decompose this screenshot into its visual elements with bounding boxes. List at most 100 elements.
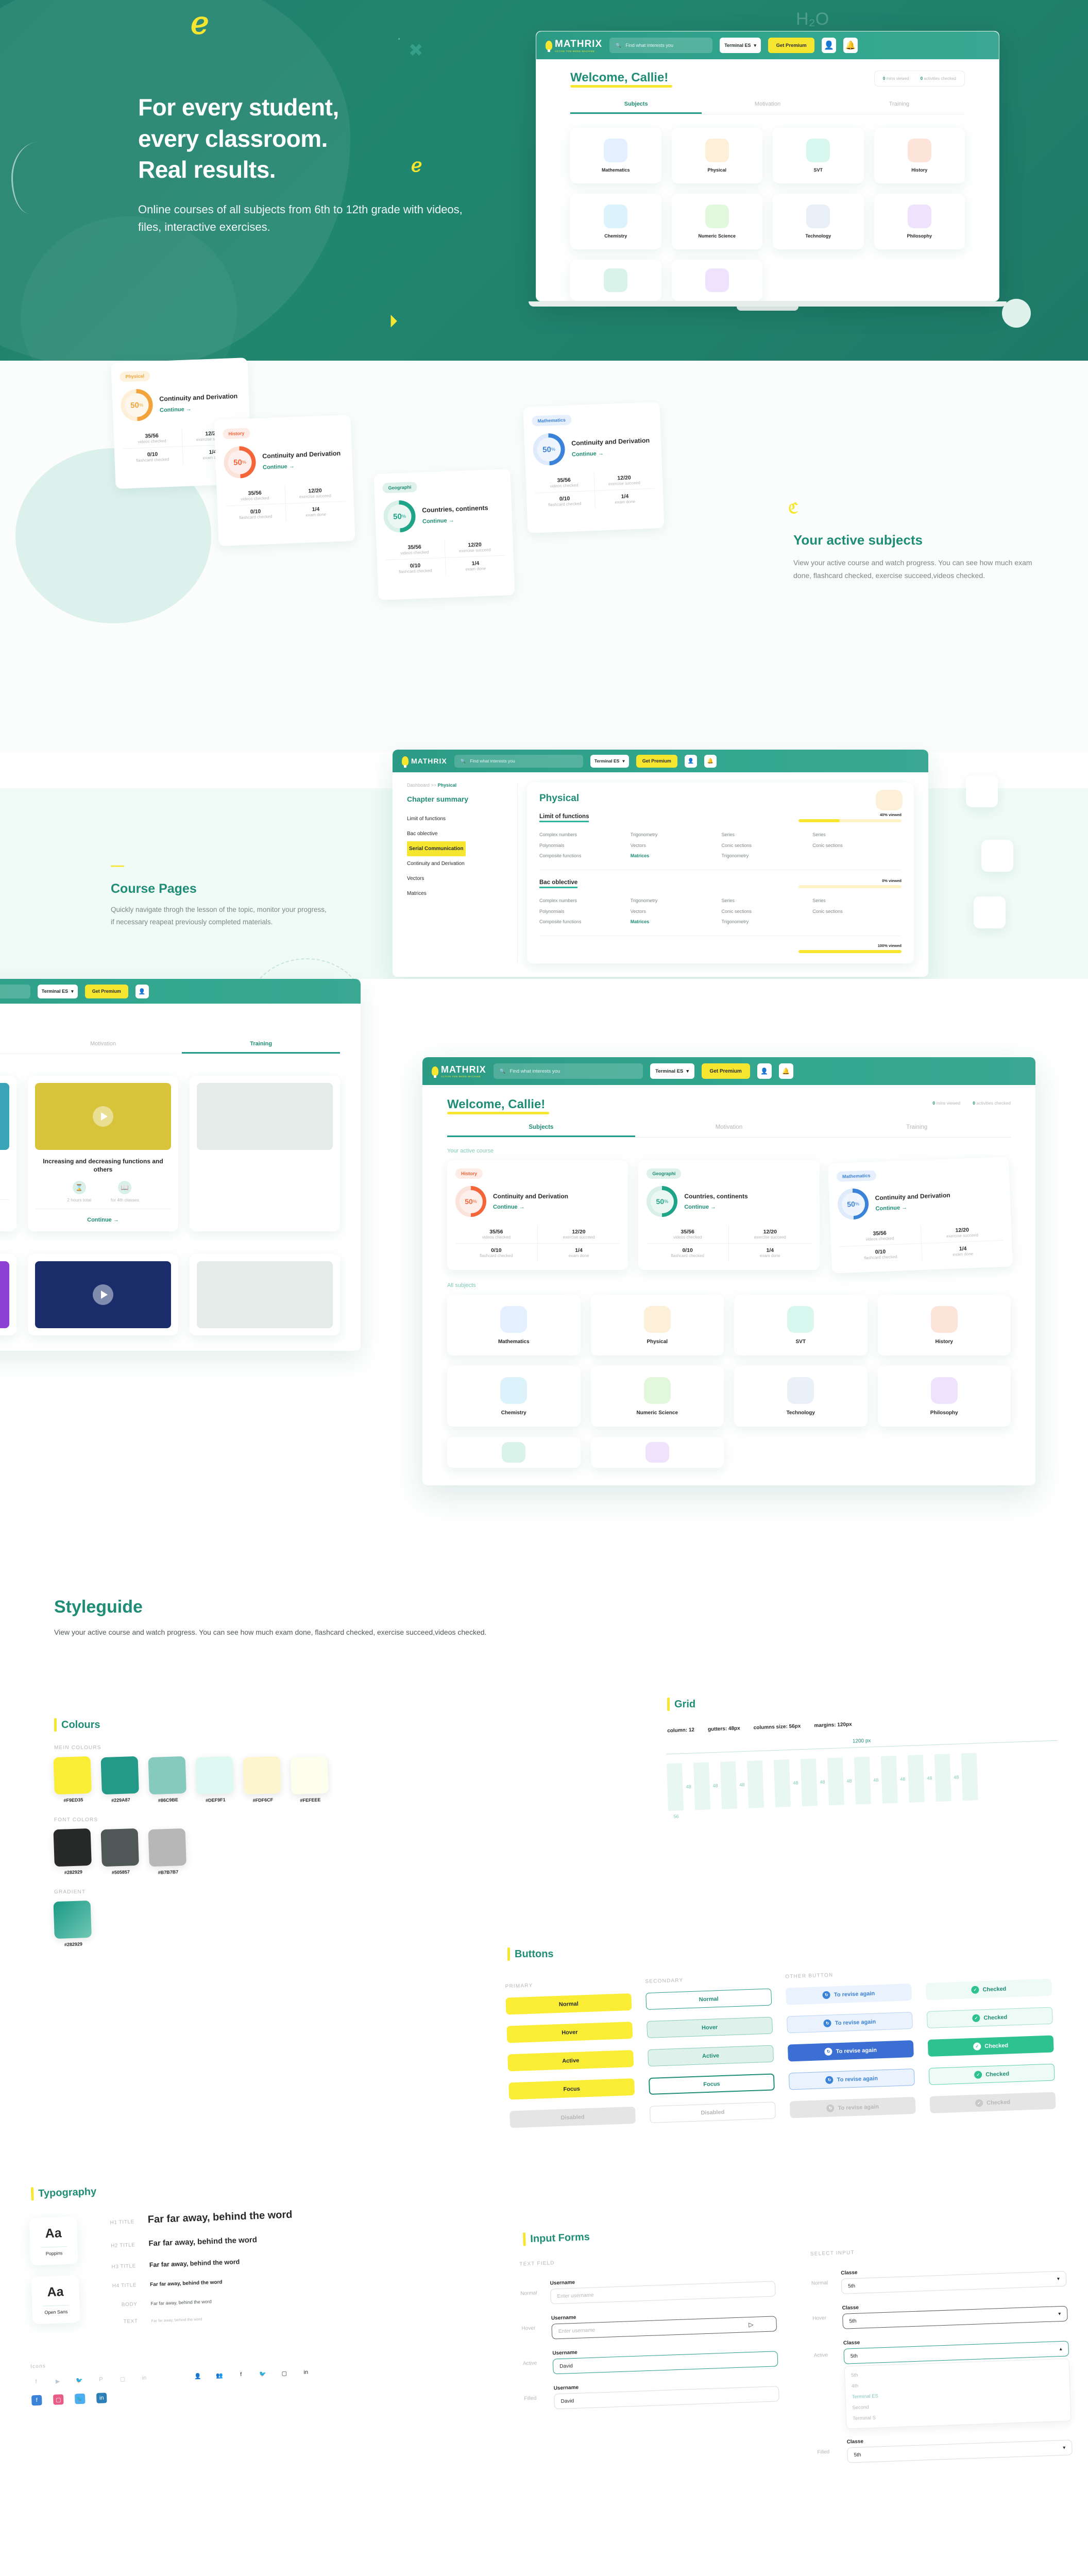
revise-button-focus[interactable]: ↻ To revise again <box>788 2068 915 2090</box>
chapter-item[interactable]: Limit of functions <box>407 811 512 826</box>
app-logo[interactable]: MATHRIX <box>402 756 447 768</box>
video-thumbnail[interactable] <box>35 1083 171 1150</box>
class-select[interactable]: Terminal ES ▾ <box>720 38 761 53</box>
breadcrumb-root[interactable]: Dashboard <box>407 783 430 788</box>
linkedin-icon[interactable]: in <box>300 2367 311 2378</box>
topic-link-active[interactable]: Matrices <box>631 917 720 927</box>
instagram-icon[interactable]: ▢ <box>279 2368 290 2379</box>
subject-card[interactable] <box>590 1437 724 1468</box>
topic-link[interactable]: Conic sections <box>812 906 902 917</box>
training-card[interactable] <box>0 1254 16 1336</box>
training-card[interactable] <box>28 1254 178 1336</box>
topic-link[interactable]: Series <box>722 829 811 840</box>
subject-card[interactable]: SVT <box>734 1295 868 1355</box>
class-select[interactable]: Terminal ES ▾ <box>650 1063 694 1079</box>
subject-card[interactable]: SVT <box>773 128 864 183</box>
search-input[interactable]: 🔍 Find what interests you <box>0 984 30 998</box>
subject-card[interactable]: Chemistry <box>447 1366 581 1427</box>
revise-button-active[interactable]: ↻ To revise again <box>787 2040 914 2062</box>
checked-button-normal[interactable]: ✓ Checked <box>925 1978 1052 2001</box>
subject-card[interactable]: Mathematics <box>447 1295 581 1355</box>
facebook-icon[interactable]: f <box>31 2395 42 2406</box>
training-card[interactable]: Math exam preparation ⌛2 hours total 📖fo… <box>0 1076 16 1232</box>
subject-card[interactable] <box>447 1437 581 1468</box>
subject-card[interactable]: Philosophy <box>874 194 965 249</box>
continue-link[interactable]: Continue → <box>160 404 238 413</box>
tab-subjects[interactable]: Subjects <box>447 1124 635 1137</box>
secondary-button-hover[interactable]: Hover <box>647 2016 773 2039</box>
pinterest-icon[interactable]: P <box>96 2374 107 2385</box>
secondary-button-normal[interactable]: Normal <box>645 1988 772 2010</box>
topic-link[interactable]: Trigonometry <box>722 851 811 861</box>
topic-link[interactable]: Trigonometry <box>722 917 811 927</box>
topic-link[interactable]: Trigonometry <box>631 829 720 840</box>
subject-card[interactable] <box>671 260 762 301</box>
tab-training[interactable]: Training <box>834 101 965 114</box>
profile-button[interactable]: 👤 <box>822 38 837 53</box>
training-card[interactable] <box>190 1076 340 1232</box>
subject-card[interactable]: Numeric Science <box>671 194 762 249</box>
continue-link[interactable]: Continue → <box>572 448 650 457</box>
topic-link[interactable]: Polynomials <box>539 906 628 917</box>
video-thumbnail[interactable] <box>35 1261 171 1329</box>
search-input[interactable]: 🔍 Find what interests you <box>609 38 713 53</box>
subject-card[interactable]: Technology <box>773 194 864 249</box>
active-course-card[interactable]: History 50% Continuity and Derivation Co… <box>214 415 355 546</box>
continue-link[interactable]: Continue → <box>87 1217 119 1223</box>
subject-card[interactable]: Mathematics <box>570 128 661 183</box>
profile-button[interactable]: 👤 <box>684 754 697 768</box>
chapter-item-highlighted[interactable]: Serial Communication <box>407 841 466 856</box>
notifications-button[interactable]: 🔔 <box>704 754 717 768</box>
class-select[interactable]: Terminal ES ▾ <box>37 984 78 998</box>
topic-link[interactable]: Conic sections <box>812 840 902 851</box>
profile-button[interactable]: 👤 <box>135 984 149 998</box>
facebook-icon[interactable]: f <box>235 2369 246 2380</box>
subject-card[interactable]: Philosophy <box>877 1366 1011 1427</box>
secondary-button-active[interactable]: Active <box>648 2045 774 2066</box>
video-thumbnail[interactable] <box>197 1261 333 1329</box>
secondary-button-focus[interactable]: Focus <box>648 2073 775 2095</box>
subject-card[interactable]: Chemistry <box>570 194 661 249</box>
subject-card[interactable]: Physical <box>590 1295 724 1355</box>
primary-button-focus[interactable]: Focus <box>508 2078 635 2100</box>
tab-motivation[interactable]: Motivation <box>635 1124 823 1137</box>
play-icon[interactable] <box>93 1106 113 1127</box>
notifications-button[interactable]: 🔔 <box>843 38 858 53</box>
subject-card[interactable] <box>570 260 661 301</box>
subject-card[interactable]: Physical <box>671 128 762 183</box>
subject-card[interactable]: History <box>877 1295 1011 1355</box>
tab-subjects[interactable]: Subjects <box>0 1041 24 1054</box>
topic-link[interactable]: Composite functions <box>539 851 628 861</box>
app-logo[interactable]: MATHRIX ACTIVE TON MODE MACHINE <box>432 1064 486 1078</box>
tab-training[interactable]: Training <box>823 1124 1011 1137</box>
active-course-card[interactable]: Mathematics 50% Continuity and Derivatio… <box>827 1157 1013 1274</box>
twitter-icon[interactable]: 🐦 <box>74 2393 86 2404</box>
revise-button-hover[interactable]: ↻ To revise again <box>786 2012 913 2033</box>
topic-link[interactable]: Polynomials <box>539 840 628 851</box>
linkedin-icon[interactable]: in <box>139 2372 150 2383</box>
active-course-card[interactable]: History 50% Continuity and Derivation Con… <box>447 1160 628 1270</box>
topic-link[interactable]: Series <box>812 895 902 906</box>
continue-link[interactable]: Continue → <box>875 1203 950 1212</box>
video-thumbnail[interactable] <box>0 1083 9 1150</box>
training-card[interactable] <box>190 1254 340 1336</box>
continue-link[interactable]: Continue → <box>684 1204 747 1210</box>
twitter-icon[interactable]: 🐦 <box>74 2375 85 2386</box>
active-course-card[interactable]: Geographi 50% Countries, continents Cont… <box>373 469 515 600</box>
continue-link[interactable]: Continue → <box>263 461 341 470</box>
chapter-item[interactable]: Matrices <box>407 886 512 901</box>
classe-select-dropdown[interactable]: 5th 4th Terminal ES Second Terminal S <box>844 2358 1072 2430</box>
play-icon[interactable] <box>93 1284 113 1306</box>
topic-link[interactable]: Composite functions <box>539 917 628 927</box>
youtube-icon[interactable]: ▶ <box>53 2376 63 2386</box>
user-icon[interactable]: 👤 <box>193 2371 203 2382</box>
topic-link[interactable]: Trigonometry <box>631 895 720 906</box>
tab-subjects[interactable]: Subjects <box>570 101 702 114</box>
primary-button-active[interactable]: Active <box>507 2049 634 2072</box>
subject-card[interactable]: Technology <box>734 1366 868 1427</box>
search-input[interactable]: 🔍 Find what interests you <box>493 1063 643 1079</box>
subject-card[interactable]: Numeric Science <box>590 1366 724 1427</box>
tab-training[interactable]: Training <box>182 1041 341 1054</box>
continue-link[interactable]: Continue → <box>422 516 489 524</box>
checked-button-active[interactable]: ✓ Checked <box>927 2035 1054 2057</box>
